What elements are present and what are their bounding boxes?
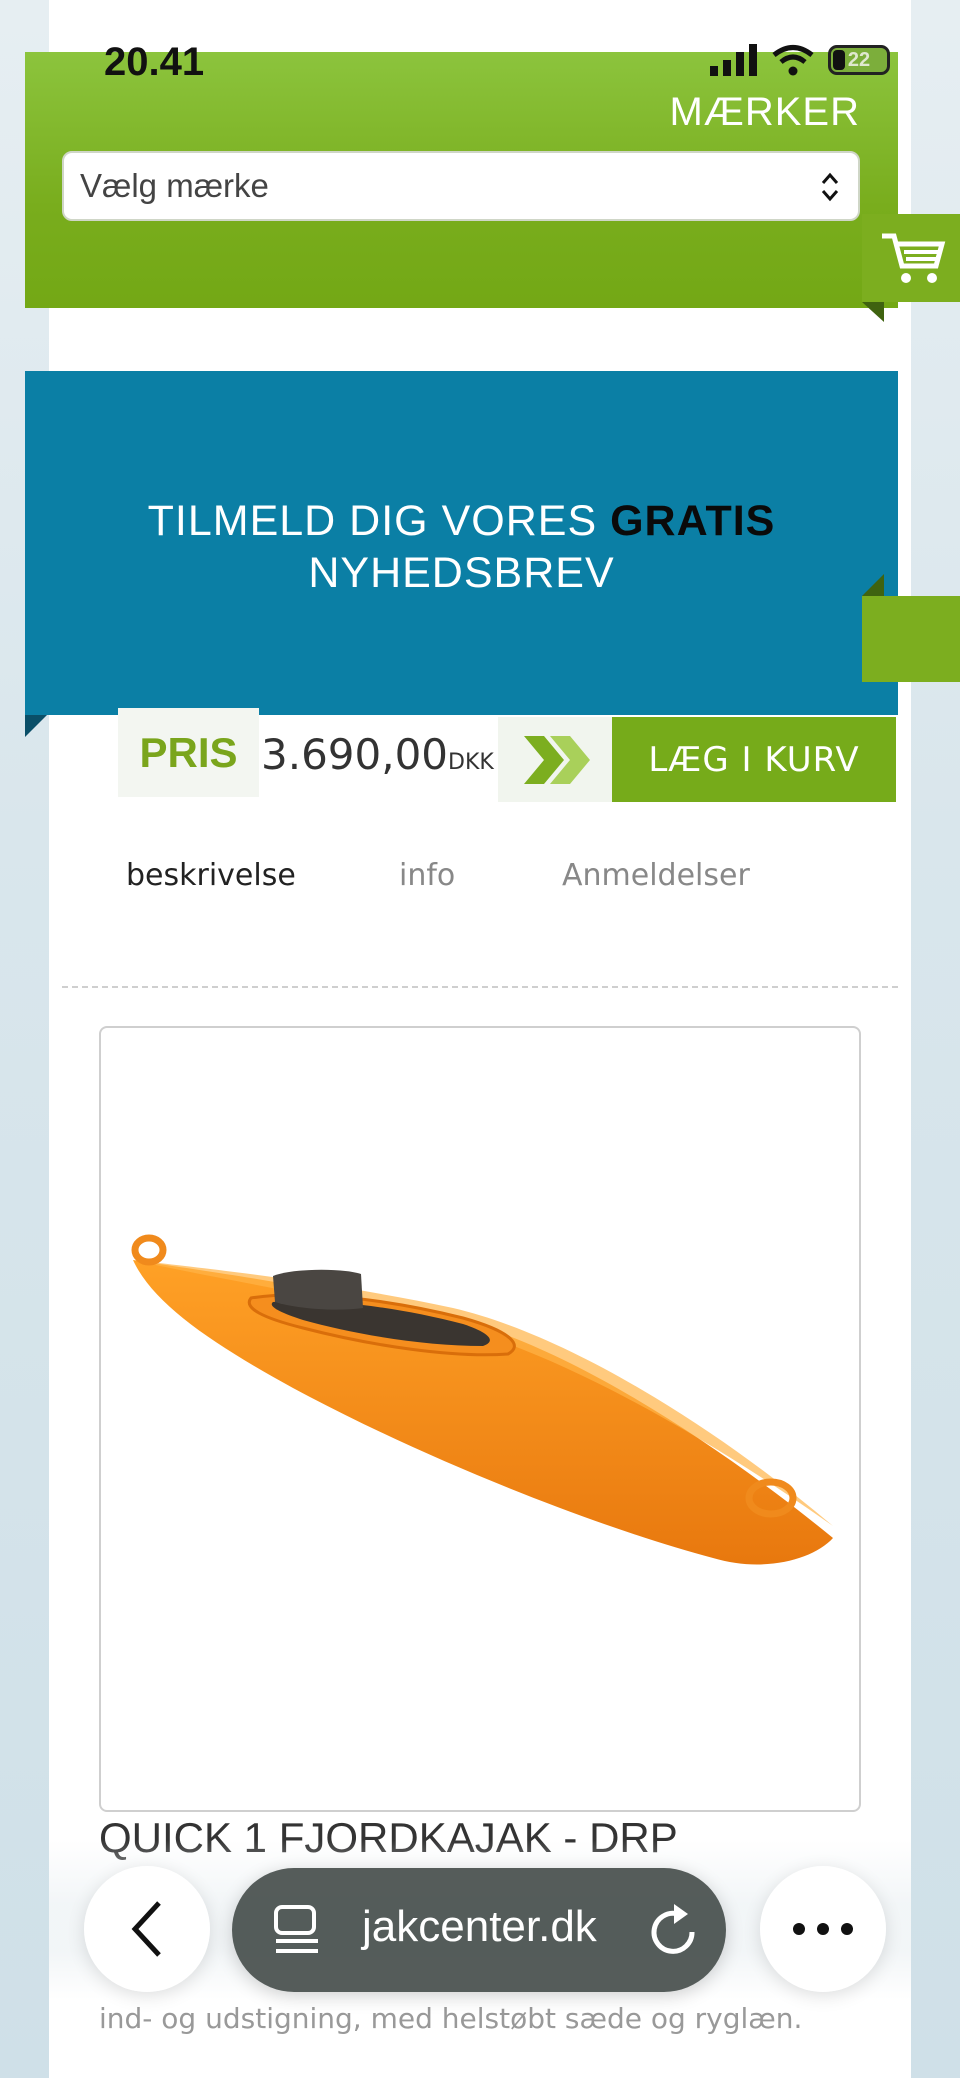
cart-tab-fold bbox=[862, 302, 884, 322]
banner-fold bbox=[25, 715, 47, 737]
product-image[interactable] bbox=[99, 1026, 861, 1812]
tabs-divider bbox=[62, 986, 898, 988]
address-bar[interactable]: jakcenter.dk bbox=[232, 1868, 726, 1992]
brand-select-value: Vælg mærke bbox=[80, 167, 269, 204]
add-to-cart-button[interactable]: LÆG I KURV bbox=[612, 717, 896, 802]
chevron-box bbox=[498, 717, 612, 802]
product-description: ind- og udstigning, med helstøbt sæde og… bbox=[99, 2002, 803, 2035]
reload-icon[interactable] bbox=[648, 1902, 700, 1958]
price-currency: DKK bbox=[448, 750, 494, 775]
price-label: PRIS bbox=[139, 728, 238, 776]
cart-icon bbox=[882, 233, 946, 283]
double-chevron-icon bbox=[524, 736, 590, 784]
newsletter-line1-strong: GRATIS bbox=[610, 497, 776, 545]
tab-info[interactable]: info bbox=[399, 858, 455, 893]
tab-beskrivelse[interactable]: beskrivelse bbox=[126, 858, 296, 893]
brand-select[interactable]: Vælg mærke bbox=[62, 151, 860, 221]
site-header: MÆRKER Vælg mærke bbox=[25, 52, 898, 308]
newsletter-line2: NYHEDSBREV bbox=[308, 549, 615, 597]
newsletter-text: TILMELD DIG VORES GRATIS NYHEDSBREV bbox=[25, 495, 898, 599]
back-icon bbox=[131, 1901, 161, 1957]
status-time: 20.41 bbox=[104, 40, 205, 84]
select-arrows-icon bbox=[821, 172, 839, 202]
battery-level: 22 bbox=[847, 48, 871, 71]
tab-anmeldelser[interactable]: Anmeldelser bbox=[562, 858, 750, 893]
price-value: 3.690,00DKK bbox=[261, 730, 494, 779]
newsletter-line1-prefix: TILMELD DIG VORES bbox=[147, 497, 611, 545]
price-label-box: PRIS bbox=[118, 708, 259, 797]
kayak-image bbox=[131, 1234, 833, 1565]
browser-back-button[interactable] bbox=[84, 1866, 210, 1992]
banner-tab-fold bbox=[862, 574, 884, 596]
price-amount: 3.690,00 bbox=[261, 730, 449, 779]
cart-tab[interactable] bbox=[862, 214, 960, 302]
status-icons: 22 bbox=[710, 44, 890, 76]
wifi-icon bbox=[772, 45, 814, 76]
tabs-icon bbox=[274, 1905, 318, 1953]
more-icon bbox=[793, 1923, 853, 1935]
brands-title: MÆRKER bbox=[669, 90, 860, 134]
newsletter-banner[interactable]: TILMELD DIG VORES GRATIS NYHEDSBREV bbox=[25, 371, 898, 715]
url-text: jakcenter.dk bbox=[362, 1902, 597, 1951]
signal-icon bbox=[710, 44, 757, 76]
newsletter-side-tab[interactable] bbox=[862, 596, 960, 682]
battery-icon: 22 bbox=[828, 45, 890, 75]
more-button[interactable] bbox=[760, 1866, 886, 1992]
